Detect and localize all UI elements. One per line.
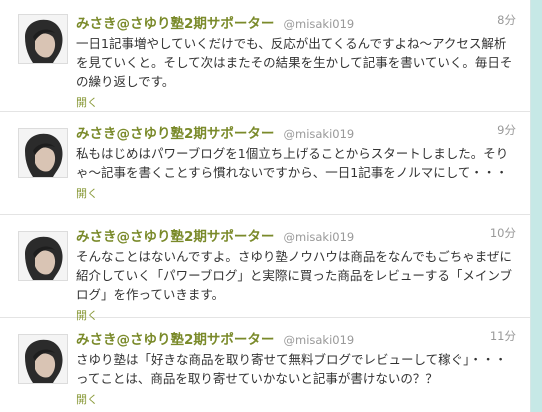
- tweet-author-name[interactable]: みさき@さゆり塾2期サポーター: [76, 332, 274, 348]
- tweet-author-name[interactable]: みさき@さゆり塾2期サポーター: [76, 126, 274, 142]
- tweet-timestamp[interactable]: 9分: [497, 122, 516, 138]
- avatar[interactable]: [18, 128, 68, 178]
- tweet-timestamp[interactable]: 11分: [490, 328, 516, 344]
- tweet-timestamp[interactable]: 10分: [490, 225, 516, 241]
- tweet-text: そんなことはないんですよ。さゆり塾ノウハウは商品をなんでもごちゃまぜに紹介してい…: [76, 249, 513, 302]
- avatar[interactable]: [18, 231, 68, 281]
- tweet-item[interactable]: みさき@さゆり塾2期サポーター @misaki019 9分 私もはじめはパワーブ…: [0, 112, 530, 215]
- tweet-open-link[interactable]: 開く: [76, 391, 98, 407]
- tweet-item[interactable]: みさき@さゆり塾2期サポーター @misaki019 11分 さゆり塾は「好きな…: [0, 318, 530, 412]
- tweet-open-link[interactable]: 開く: [76, 185, 98, 201]
- tweet-text: 私もはじめはパワーブログを1個立ち上げることからスタートしました。そりゃ〜記事を…: [76, 146, 509, 180]
- tweet-text: さゆり塾は「好きな商品を取り寄せて無料ブログでレビューして稼ぐ」・・・ってことは…: [76, 352, 507, 386]
- tweet-text: 一日1記事増やしていくだけでも、反応が出てくるんですよね〜アクセス解析を見ていく…: [76, 36, 513, 89]
- tweet-author-handle: @misaki019: [283, 17, 355, 31]
- tweet-author-handle: @misaki019: [283, 230, 355, 244]
- tweet-timeline: みさき@さゆり塾2期サポーター @misaki019 8分 一日1記事増やしてい…: [0, 0, 531, 412]
- avatar[interactable]: [18, 14, 68, 64]
- tweet-author-name[interactable]: みさき@さゆり塾2期サポーター: [76, 229, 274, 245]
- tweet-author-name[interactable]: みさき@さゆり塾2期サポーター: [76, 16, 274, 32]
- avatar[interactable]: [18, 334, 68, 384]
- tweet-author-handle: @misaki019: [283, 333, 355, 347]
- tweet-author-handle: @misaki019: [283, 127, 355, 141]
- tweet-item[interactable]: みさき@さゆり塾2期サポーター @misaki019 8分 一日1記事増やしてい…: [0, 0, 530, 112]
- tweet-timestamp[interactable]: 8分: [497, 12, 516, 28]
- tweet-open-link[interactable]: 開く: [76, 94, 98, 110]
- tweet-item[interactable]: みさき@さゆり塾2期サポーター @misaki019 10分 そんなことはないん…: [0, 215, 530, 322]
